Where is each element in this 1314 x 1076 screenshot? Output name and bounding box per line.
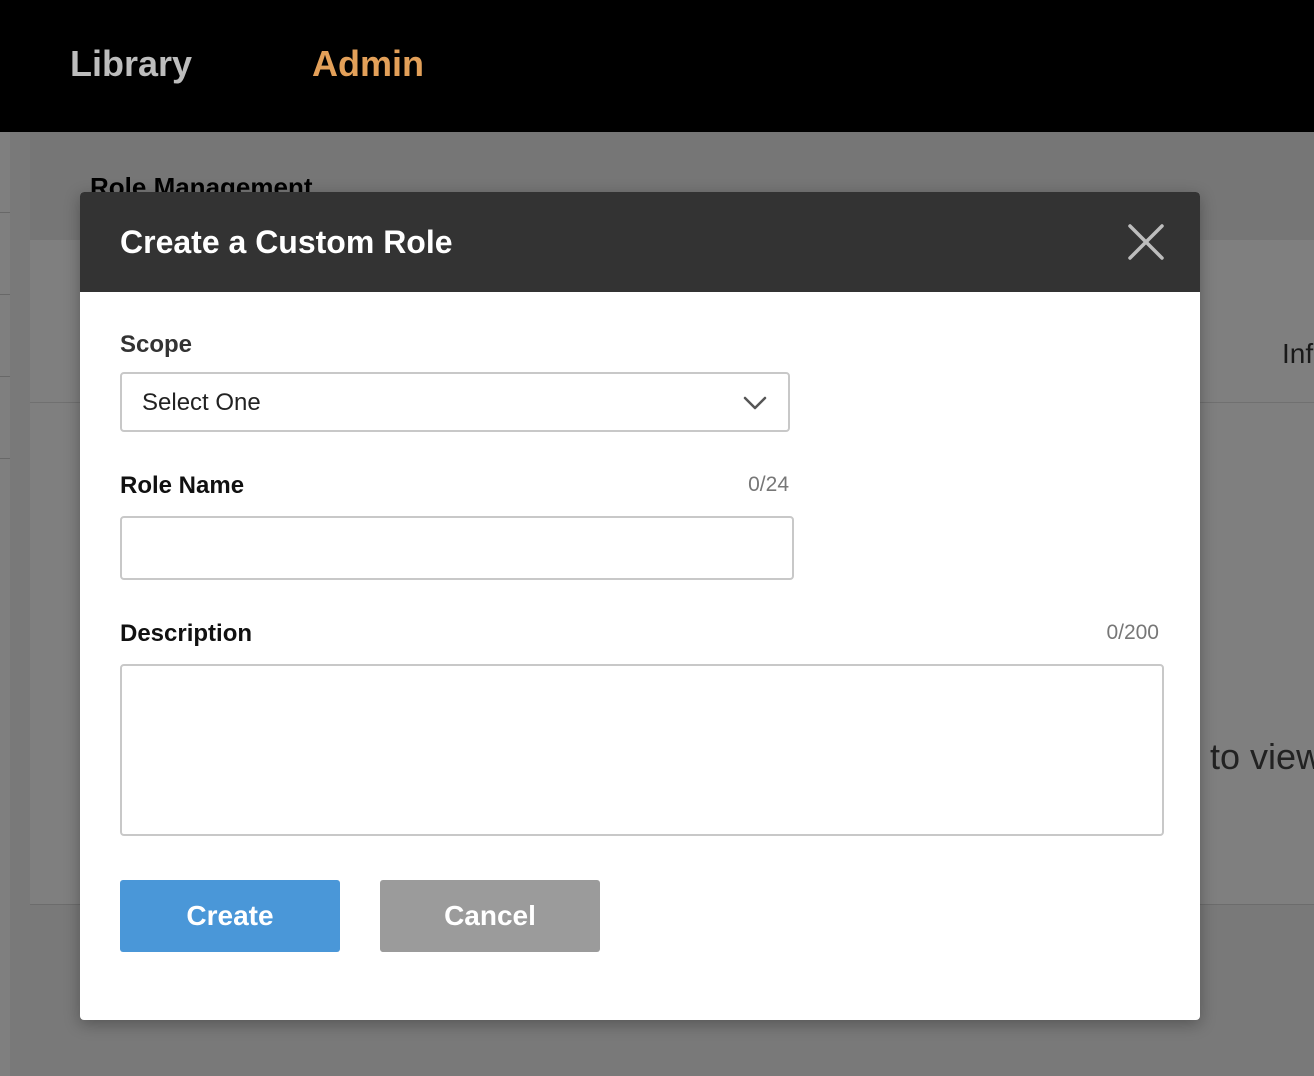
create-custom-role-dialog: Create a Custom Role Scope Select One Ro…	[80, 192, 1200, 1020]
dialog-title: Create a Custom Role	[120, 224, 453, 260]
description-label: Description	[120, 620, 253, 647]
scope-select[interactable]: Select One	[120, 372, 790, 432]
scope-select-value: Select One	[142, 389, 261, 416]
description-textarea[interactable]	[120, 664, 1164, 836]
create-button[interactable]: Create	[120, 880, 340, 952]
role-name-input[interactable]	[120, 516, 794, 580]
nav-item-admin[interactable]: Admin	[312, 42, 424, 86]
cancel-button[interactable]: Cancel	[380, 880, 600, 952]
top-nav: Library Admin	[0, 0, 1314, 132]
description-char-counter: 0/200	[1106, 621, 1159, 644]
role-name-label: Role Name	[120, 472, 245, 499]
nav-item-library[interactable]: Library	[70, 42, 192, 86]
close-button[interactable]	[1122, 218, 1170, 266]
chevron-down-icon	[743, 396, 767, 410]
dialog-header: Create a Custom Role	[80, 192, 1200, 292]
scope-label: Scope	[120, 331, 193, 358]
close-icon	[1128, 224, 1164, 260]
role-name-char-counter: 0/24	[748, 473, 789, 496]
